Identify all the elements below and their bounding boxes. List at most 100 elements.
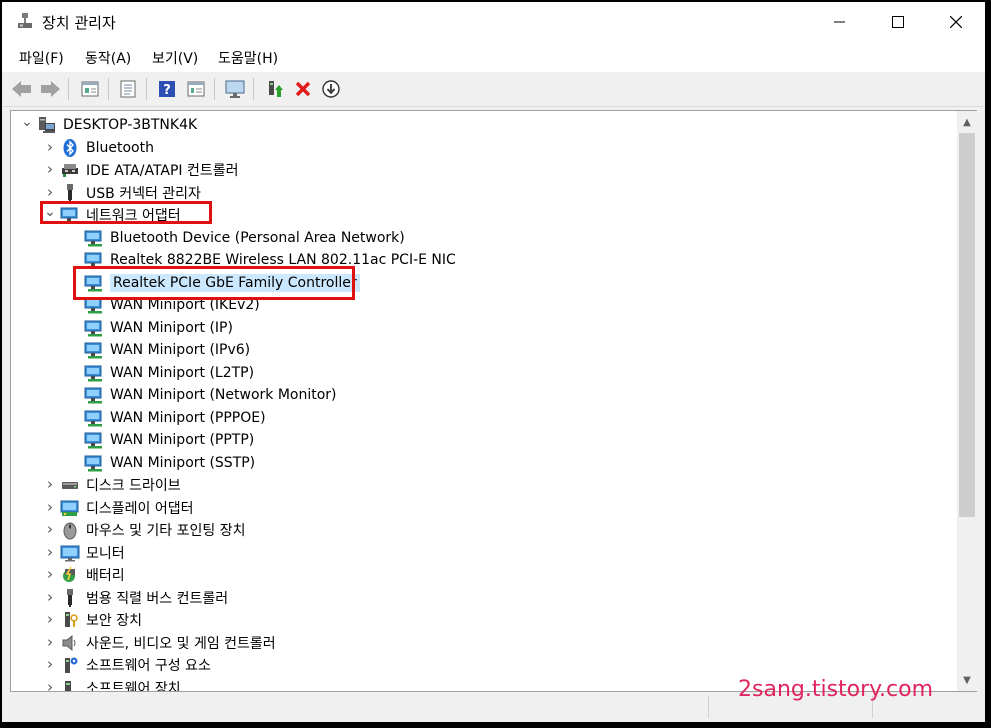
update-driver-button[interactable] xyxy=(263,77,287,101)
tree-item-label: WAN Miniport (L2TP) xyxy=(110,364,255,381)
menu-help[interactable]: 도움말(H) xyxy=(218,48,278,68)
tree-device[interactable]: WAN Miniport (IPv6) xyxy=(84,339,250,361)
expand-chevron-icon[interactable]: › xyxy=(44,565,56,583)
tree-device[interactable]: WAN Miniport (Network Monitor) xyxy=(84,384,337,406)
bluetooth-icon xyxy=(60,138,80,158)
watermark-text: 2sang.tistory.com xyxy=(738,677,934,702)
tree-item-label: IDE ATA/ATAPI 컨트롤러 xyxy=(86,163,239,179)
tree-category[interactable]: 소프트웨어 장치 xyxy=(60,677,181,691)
network-adapter-icon xyxy=(84,318,104,338)
vertical-scrollbar[interactable]: ▲ ▼ xyxy=(957,110,977,692)
expand-chevron-icon[interactable]: › xyxy=(44,588,56,606)
tree-category[interactable]: 마우스 및 기타 포인팅 장치 xyxy=(60,519,245,541)
forward-button[interactable] xyxy=(38,77,62,101)
display-adapter-icon xyxy=(60,498,80,518)
battery-icon xyxy=(60,565,80,585)
view-button[interactable] xyxy=(184,77,208,101)
network-adapter-icon xyxy=(84,430,104,450)
menu-file[interactable]: 파일(F) xyxy=(19,48,64,68)
device-list-button[interactable] xyxy=(116,77,140,101)
expand-chevron-icon[interactable]: › xyxy=(44,633,56,651)
minimize-button[interactable] xyxy=(811,2,869,42)
tree-category[interactable]: IDE ATA/ATAPI 컨트롤러 xyxy=(60,159,239,181)
tree-item-label: WAN Miniport (IPv6) xyxy=(110,342,251,358)
network-adapter-icon xyxy=(84,228,104,248)
highlight-network-adapters xyxy=(40,201,212,224)
menu-view[interactable]: 보기(V) xyxy=(152,48,198,68)
tree-item-label: 배터리 xyxy=(86,568,125,584)
properties-button[interactable] xyxy=(78,77,102,101)
tree-category[interactable]: 사운드, 비디오 및 게임 컨트롤러 xyxy=(60,632,276,654)
tree-item-label: DESKTOP-3BTNK4K xyxy=(63,117,198,133)
help-icon: ? xyxy=(159,81,175,98)
network-adapter-icon xyxy=(84,385,104,405)
menu-bar: 파일(F) 동작(A) 보기(V) 도움말(H) xyxy=(2,42,985,72)
maximize-button[interactable] xyxy=(869,2,927,42)
expand-chevron-icon[interactable]: › xyxy=(44,183,56,201)
expand-chevron-icon[interactable]: › xyxy=(44,475,56,493)
network-adapter-icon xyxy=(84,340,104,360)
expand-chevron-icon[interactable]: › xyxy=(44,543,56,561)
expand-chevron-icon[interactable]: › xyxy=(44,498,56,516)
monitor-icon xyxy=(60,543,80,563)
tree-item-label: 모니터 xyxy=(86,545,125,562)
tree-device[interactable]: WAN Miniport (L2TP) xyxy=(84,362,254,384)
tree-device[interactable]: WAN Miniport (PPTP) xyxy=(84,429,254,451)
expand-chevron-icon[interactable]: › xyxy=(44,655,56,673)
toolbar-separator xyxy=(146,78,147,100)
scroll-thumb[interactable] xyxy=(959,133,975,517)
tree-root[interactable]: DESKTOP-3BTNK4K xyxy=(37,114,197,136)
tree-item-label: WAN Miniport (PPPOE) xyxy=(110,409,266,426)
update-driver-icon xyxy=(269,81,283,97)
tree-category[interactable]: 소프트웨어 구성 요소 xyxy=(60,654,211,676)
tree-category[interactable]: 보안 장치 xyxy=(60,609,142,631)
tree-device[interactable]: WAN Miniport (SSTP) xyxy=(84,452,255,474)
tree-item-label: WAN Miniport (Network Monitor) xyxy=(110,387,337,403)
minimize-icon xyxy=(834,21,845,23)
view-icon xyxy=(187,81,205,97)
scroll-down-icon[interactable]: ▼ xyxy=(957,671,977,689)
uninstall-device-button[interactable] xyxy=(291,77,315,101)
tree-category[interactable]: 디스크 드라이브 xyxy=(60,474,181,496)
tree-category[interactable]: Bluetooth xyxy=(60,137,154,159)
usb-controller-icon xyxy=(60,588,80,608)
tree-device[interactable]: WAN Miniport (PPPOE) xyxy=(84,407,266,429)
security-device-icon xyxy=(60,610,80,630)
network-adapter-icon xyxy=(84,408,104,428)
tree-category[interactable]: 디스플레이 어댑터 xyxy=(60,497,194,519)
tree-item-label: WAN Miniport (IP) xyxy=(110,319,233,336)
device-list-icon xyxy=(120,80,136,98)
uninstall-icon xyxy=(295,81,311,97)
status-segment xyxy=(708,696,709,718)
close-button[interactable] xyxy=(927,2,985,42)
device-manager-icon xyxy=(18,13,32,28)
help-button[interactable]: ? xyxy=(155,77,179,101)
tree-category[interactable]: 범용 직렬 버스 컨트롤러 xyxy=(60,587,228,609)
scroll-up-icon[interactable]: ▲ xyxy=(957,113,977,131)
expand-chevron-icon[interactable]: › xyxy=(44,610,56,628)
tree-device[interactable]: Bluetooth Device (Personal Area Network) xyxy=(84,227,405,249)
collapse-chevron-icon[interactable]: ⌄ xyxy=(21,114,33,130)
usb-connector-icon xyxy=(60,183,80,203)
expand-chevron-icon[interactable]: › xyxy=(44,138,56,156)
expand-chevron-icon[interactable]: › xyxy=(44,520,56,538)
expand-chevron-icon[interactable]: › xyxy=(44,678,56,692)
ide-controller-icon xyxy=(60,160,80,180)
forward-icon xyxy=(41,81,60,97)
window-title: 장치 관리자 xyxy=(42,14,116,32)
highlight-selected-device xyxy=(73,265,355,300)
scan-hardware-button[interactable] xyxy=(223,77,247,101)
toolbar-separator xyxy=(214,78,215,100)
disable-device-button[interactable] xyxy=(319,77,343,101)
back-button[interactable] xyxy=(10,77,34,101)
tree-category[interactable]: 배터리 xyxy=(60,564,125,586)
expand-chevron-icon[interactable]: › xyxy=(44,160,56,178)
sound-icon xyxy=(60,633,80,653)
disk-drive-icon xyxy=(60,475,80,495)
computer-icon xyxy=(37,115,57,135)
device-manager-window: 장치 관리자 파일(F) 동작(A) 보기(V) 도움말(H) ? ⌄ DESK… xyxy=(2,2,985,722)
tree-category[interactable]: 모니터 xyxy=(60,542,125,564)
menu-action[interactable]: 동작(A) xyxy=(85,48,131,68)
network-adapter-icon xyxy=(84,363,104,383)
tree-device[interactable]: WAN Miniport (IP) xyxy=(84,317,233,339)
